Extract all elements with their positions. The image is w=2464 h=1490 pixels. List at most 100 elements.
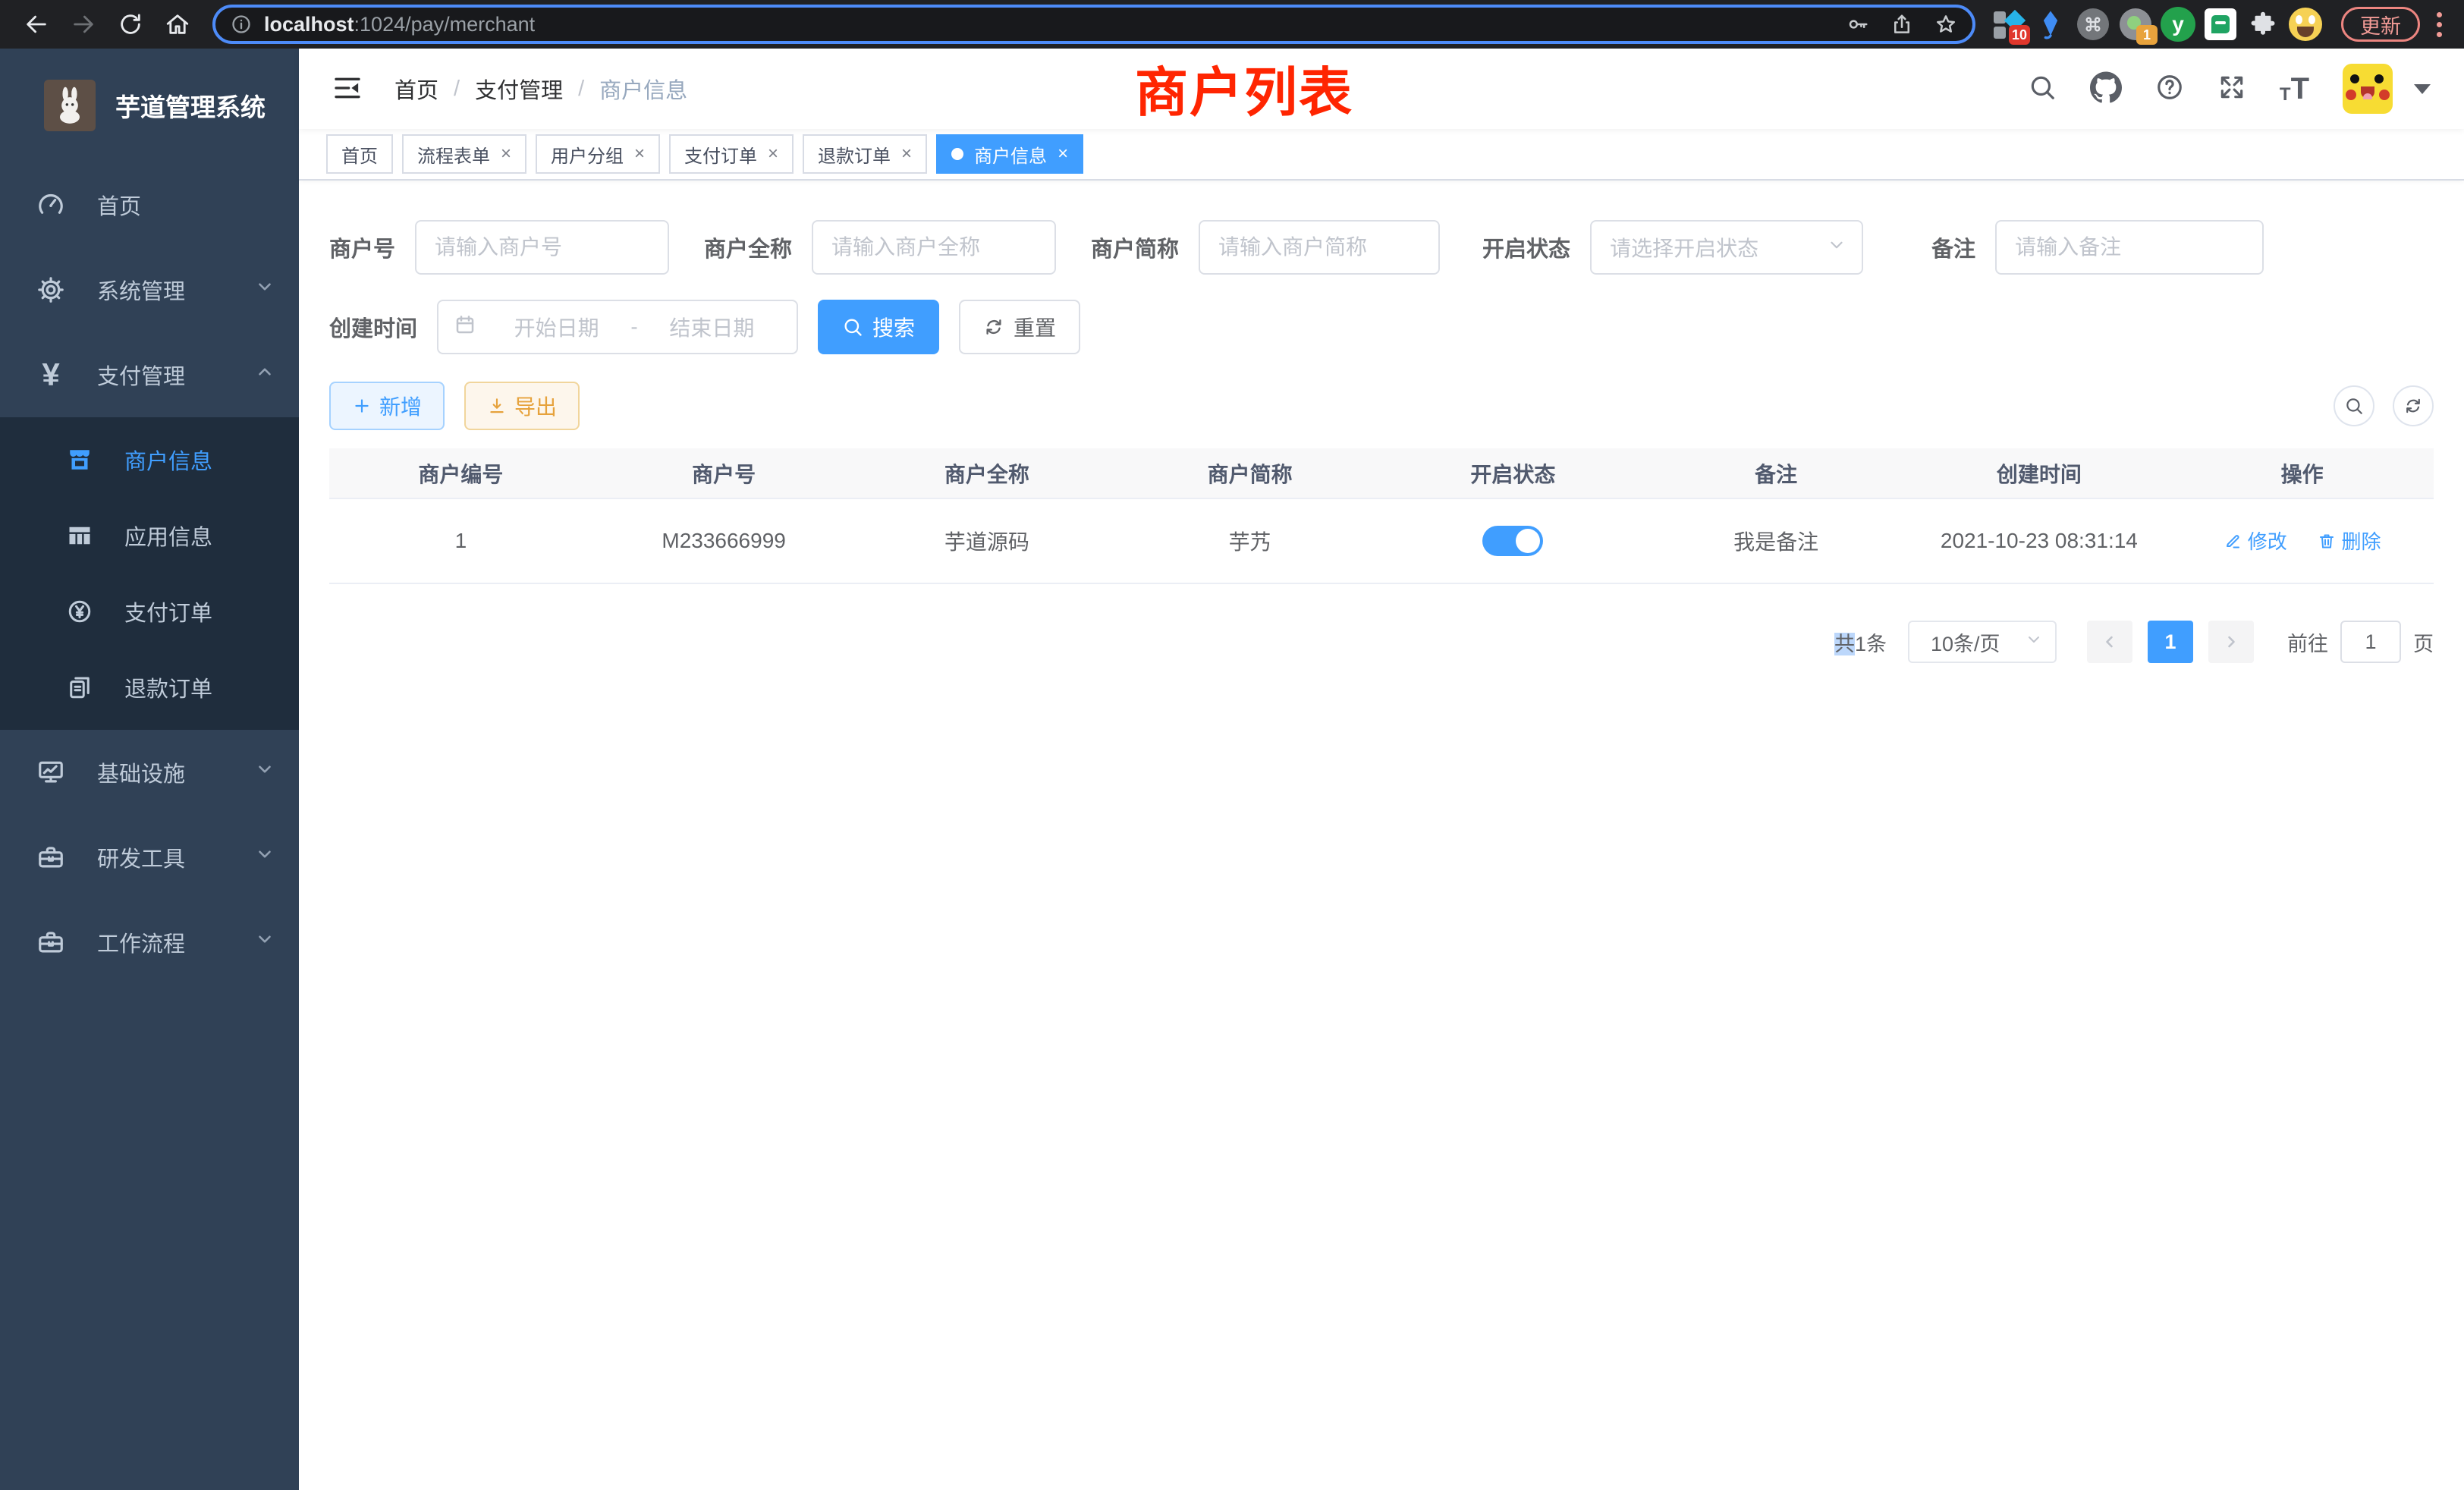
cell-full-name: 芋道源码 [856, 498, 1119, 583]
create-time-range-picker[interactable]: 开始日期 - 结束日期 [437, 300, 798, 354]
extensions-puzzle-icon[interactable] [2246, 7, 2280, 42]
prev-page-button[interactable] [2087, 621, 2132, 663]
address-bar[interactable]: localhost:1024/pay/merchant [212, 5, 1975, 44]
browser-menu-icon[interactable] [2435, 12, 2443, 37]
github-icon[interactable] [2090, 71, 2122, 107]
tag-pay-orders[interactable]: 支付订单× [669, 134, 794, 174]
extension-kite-icon[interactable] [2033, 7, 2068, 42]
extension-badge: 1 [2136, 25, 2158, 45]
export-button[interactable]: 导出 [464, 382, 580, 430]
breadcrumb-home[interactable]: 首页 [394, 73, 438, 105]
chevron-up-icon [255, 362, 275, 388]
sidebar-item-infrastructure[interactable]: 基础设施 [0, 730, 299, 815]
share-icon[interactable] [1890, 13, 1913, 36]
sidebar-item-pay-orders[interactable]: 支付订单 [0, 574, 299, 649]
close-icon[interactable]: × [768, 143, 778, 165]
tag-user-group[interactable]: 用户分组× [536, 134, 660, 174]
tag-home[interactable]: 首页 [326, 134, 393, 174]
avatar-caret-icon[interactable] [2414, 84, 2431, 94]
full-name-input[interactable] [812, 220, 1056, 275]
sidebar-item-system[interactable]: 系统管理 [0, 247, 299, 332]
col-short-name: 商户简称 [1118, 448, 1381, 498]
extension-grid-icon[interactable]: 10 [1991, 7, 2026, 42]
page-content: 商户号 商户全称 商户简称 开启状态 请选择开启状态 [299, 181, 2464, 1490]
sidebar-item-dev-tools[interactable]: 研发工具 [0, 815, 299, 900]
breadcrumb-current: 商户信息 [599, 73, 687, 105]
header-search-icon[interactable] [2028, 73, 2057, 105]
monitor-icon [35, 756, 67, 788]
cell-short-name: 芋艿 [1118, 498, 1381, 583]
refresh-table-button[interactable] [2393, 385, 2434, 426]
col-merchant-no: 商户号 [592, 448, 856, 498]
site-info-icon[interactable] [231, 14, 252, 35]
browser-update-button[interactable]: 更新 [2341, 7, 2420, 42]
page-size-select[interactable]: 10条/页 [1908, 621, 2057, 663]
chevron-down-icon [255, 844, 275, 870]
delete-button[interactable]: 删除 [2318, 527, 2381, 555]
pagination-total: 共1条 [1834, 627, 1887, 657]
end-date-placeholder[interactable]: 结束日期 [643, 312, 781, 342]
reset-button[interactable]: 重置 [959, 300, 1080, 354]
browser-home-button[interactable] [158, 5, 197, 44]
edit-button[interactable]: 修改 [2224, 527, 2287, 555]
search-button[interactable]: 搜索 [818, 300, 939, 354]
remark-input[interactable] [1995, 220, 2264, 275]
goto-label: 前往 [2287, 627, 2328, 657]
browser-back-button[interactable] [17, 5, 56, 44]
tags-view-bar: 首页 流程表单× 用户分组× 支付订单× 退款订单× 商户信息× [299, 129, 2464, 181]
profile-emoji-avatar[interactable] [2288, 7, 2323, 42]
sidebar-item-home[interactable]: 首页 [0, 162, 299, 247]
fullscreen-icon[interactable] [2217, 73, 2246, 105]
sidebar-collapse-icon[interactable] [332, 73, 364, 105]
current-page-button[interactable]: 1 [2148, 621, 2193, 663]
dashboard-gauge-icon [35, 189, 67, 221]
chevron-left-icon [2101, 633, 2119, 651]
extension-chat-icon[interactable] [2203, 7, 2238, 42]
table-row: 1 M233666999 芋道源码 芋艿 我是备注 2021-10-23 08:… [329, 498, 2434, 583]
col-created-at: 创建时间 [1908, 448, 2171, 498]
annotation-title: 商户列表 [1135, 50, 1353, 127]
sidebar-item-merchant-info[interactable]: 商户信息 [0, 422, 299, 498]
close-icon[interactable]: × [1058, 143, 1068, 165]
col-actions: 操作 [2170, 448, 2434, 498]
help-icon[interactable] [2155, 73, 2184, 105]
tag-refund-orders[interactable]: 退款订单× [803, 134, 927, 174]
full-name-label: 商户全称 [704, 231, 792, 263]
browser-reload-button[interactable] [111, 5, 150, 44]
status-toggle[interactable] [1482, 526, 1543, 556]
app-logo[interactable]: 芋道管理系统 [0, 49, 299, 162]
toggle-search-button[interactable] [2334, 385, 2374, 426]
extension-command-icon[interactable] [2076, 7, 2110, 42]
add-button[interactable]: 新增 [329, 382, 445, 430]
user-avatar[interactable] [2343, 64, 2393, 114]
merchant-no-input[interactable] [415, 220, 669, 275]
extension-sphere-icon[interactable]: 1 [2118, 7, 2153, 42]
sidebar-item-app-info[interactable]: 应用信息 [0, 498, 299, 574]
download-icon [487, 396, 507, 416]
refresh-icon [2403, 396, 2423, 416]
font-size-icon[interactable]: TT [2280, 74, 2309, 104]
short-name-label: 商户简称 [1091, 231, 1179, 263]
tag-merchant-info[interactable]: 商户信息× [936, 134, 1083, 174]
calendar-icon [454, 313, 476, 341]
sidebar-item-refund-orders[interactable]: 退款订单 [0, 649, 299, 725]
extension-green-y-icon[interactable]: y [2161, 7, 2195, 42]
tag-process-form[interactable]: 流程表单× [402, 134, 526, 174]
sidebar-item-workflow[interactable]: 工作流程 [0, 900, 299, 985]
sidebar-item-payment[interactable]: ¥ 支付管理 [0, 332, 299, 417]
breadcrumb-payment[interactable]: 支付管理 [475, 73, 563, 105]
documents-icon [65, 673, 94, 702]
col-full-name: 商户全称 [856, 448, 1119, 498]
status-select[interactable]: 请选择开启状态 [1590, 220, 1863, 275]
filter-row-1: 商户号 商户全称 商户简称 开启状态 请选择开启状态 [329, 220, 2434, 275]
password-key-icon[interactable] [1846, 13, 1869, 36]
start-date-placeholder[interactable]: 开始日期 [487, 312, 626, 342]
close-icon[interactable]: × [634, 143, 645, 165]
browser-forward-button[interactable] [64, 5, 103, 44]
close-icon[interactable]: × [501, 143, 511, 165]
next-page-button[interactable] [2208, 621, 2254, 663]
short-name-input[interactable] [1199, 220, 1440, 275]
bookmark-star-icon[interactable] [1934, 13, 1957, 36]
close-icon[interactable]: × [901, 143, 912, 165]
goto-page-input[interactable] [2340, 621, 2401, 663]
